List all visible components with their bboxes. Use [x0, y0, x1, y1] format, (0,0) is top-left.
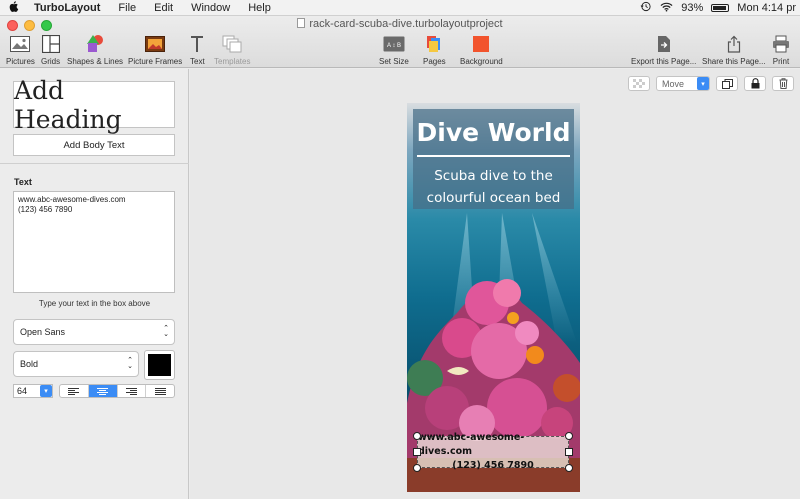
lock-icon — [751, 78, 759, 89]
menu-window[interactable]: Window — [182, 2, 239, 14]
text-section-label: Text — [14, 177, 32, 187]
align-center-icon — [97, 387, 109, 395]
font-color-well[interactable] — [144, 350, 175, 380]
contact-text-box[interactable]: www.abc-awesome-dives.com (123) 456 7890 — [417, 432, 569, 471]
menu-bar: TurboLayout File Edit Window Help 93% Mo… — [0, 0, 800, 16]
share-page-button[interactable]: Share this Page... — [702, 34, 766, 66]
align-justify-icon — [154, 387, 166, 395]
picture-icon — [10, 34, 31, 54]
heading-panel[interactable]: Dive World Scuba dive to the colourful o… — [413, 109, 574, 209]
add-heading-button[interactable]: Add Heading — [13, 76, 175, 134]
picture-frame-icon — [145, 34, 166, 54]
printer-icon — [772, 34, 790, 54]
chevron-down-icon: ▾ — [697, 77, 709, 90]
wifi-icon[interactable] — [660, 2, 673, 15]
menu-file[interactable]: File — [109, 2, 145, 14]
set-size-button[interactable]: A ↕ B Set Size — [379, 34, 409, 66]
delete-button[interactable] — [772, 76, 794, 91]
transparency-button[interactable] — [628, 76, 650, 91]
menu-edit[interactable]: Edit — [145, 2, 182, 14]
battery-percent: 93% — [681, 2, 704, 14]
updown-chevron-icon: ⌃ ⌄ — [163, 325, 169, 338]
templates-tool-button[interactable]: Templates — [214, 34, 250, 66]
time-machine-icon[interactable] — [640, 1, 652, 15]
card-website: www.abc-awesome-dives.com — [418, 432, 525, 457]
font-family-select[interactable]: Open Sans ⌃ ⌄ — [13, 319, 175, 345]
export-icon — [657, 34, 671, 54]
text-icon — [190, 34, 204, 54]
updown-chevron-icon: ⌃ ⌄ — [127, 357, 133, 370]
apple-menu-icon[interactable] — [0, 0, 28, 15]
clock[interactable]: Mon 4:14 pr — [737, 2, 796, 14]
align-center-button[interactable] — [88, 385, 118, 397]
set-size-icon: A ↕ B — [383, 34, 405, 54]
lock-button[interactable] — [744, 76, 766, 91]
color-swatch — [148, 354, 171, 376]
window-toolbar: rack-card-scuba-dive.turbolayoutproject … — [0, 16, 800, 68]
status-area: 93% Mon 4:14 pr — [640, 0, 800, 16]
divider — [0, 163, 189, 164]
rack-card-page[interactable]: Dive World Scuba dive to the colourful o… — [407, 103, 580, 492]
card-subtitle[interactable]: Scuba dive to the colourful ocean bed — [413, 165, 574, 209]
app-menu[interactable]: TurboLayout — [28, 2, 109, 14]
checkerboard-icon — [633, 78, 645, 89]
align-left-icon — [68, 387, 80, 395]
text-tool-button[interactable]: Text — [190, 34, 205, 66]
svg-text:A ↕ B: A ↕ B — [387, 43, 401, 49]
pages-icon — [425, 34, 443, 54]
canvas-area: Move ▾ Dive World Scuba dive to the colo… — [190, 69, 800, 499]
align-left-button[interactable] — [60, 385, 89, 397]
font-style-select[interactable]: Bold ⌃ ⌄ — [13, 351, 139, 377]
align-justify-button[interactable] — [146, 385, 174, 397]
pictures-tool-button[interactable]: Pictures — [6, 34, 35, 66]
background-swatch-icon — [473, 34, 490, 54]
resize-handle-top-right[interactable] — [565, 432, 573, 440]
trash-icon — [779, 78, 787, 89]
text-inspector-sidebar: Add Heading Add Body Text Text www.abc-a… — [0, 69, 189, 499]
document-title: rack-card-scuba-dive.turbolayoutproject — [0, 18, 800, 30]
document-icon — [297, 18, 306, 28]
share-icon — [727, 34, 741, 54]
pages-button[interactable]: Pages — [423, 34, 446, 66]
duplicate-icon — [721, 78, 733, 89]
resize-handle-left[interactable] — [413, 448, 421, 456]
font-size-field[interactable]: 64 ▾ — [13, 384, 53, 398]
resize-handle-right[interactable] — [565, 448, 573, 456]
card-phone: (123) 456 7890 — [452, 460, 534, 471]
arrange-mode-select[interactable]: Move ▾ — [656, 76, 710, 91]
align-right-icon — [125, 387, 137, 395]
add-body-text-button[interactable]: Add Body Text — [13, 134, 175, 156]
export-page-button[interactable]: Export this Page... — [631, 34, 696, 66]
text-alignment-control — [59, 384, 175, 398]
templates-icon — [222, 34, 242, 54]
title-rule — [417, 155, 570, 157]
card-title[interactable]: Dive World — [413, 118, 574, 147]
picture-frames-tool-button[interactable]: Picture Frames — [128, 34, 182, 66]
align-right-button[interactable] — [118, 385, 147, 397]
shapes-icon — [84, 34, 106, 54]
battery-icon[interactable] — [711, 4, 730, 12]
resize-handle-bottom-left[interactable] — [413, 464, 421, 472]
resize-handle-top-left[interactable] — [413, 432, 421, 440]
background-button[interactable]: Background — [460, 34, 503, 66]
chevron-down-icon[interactable]: ▾ — [40, 385, 52, 397]
text-hint: Type your text in the box above — [38, 299, 151, 308]
canvas-controls: Move ▾ — [628, 76, 794, 91]
grids-tool-button[interactable]: Grids — [41, 34, 60, 66]
menu-help[interactable]: Help — [239, 2, 280, 14]
grid-icon — [41, 34, 60, 54]
print-button[interactable]: Print — [772, 34, 790, 66]
shapes-tool-button[interactable]: Shapes & Lines — [67, 34, 123, 66]
resize-handle-bottom-right[interactable] — [565, 464, 573, 472]
text-content-input[interactable]: www.abc-awesome-dives.com (123) 456 7890 — [13, 191, 175, 293]
duplicate-button[interactable] — [716, 76, 738, 91]
